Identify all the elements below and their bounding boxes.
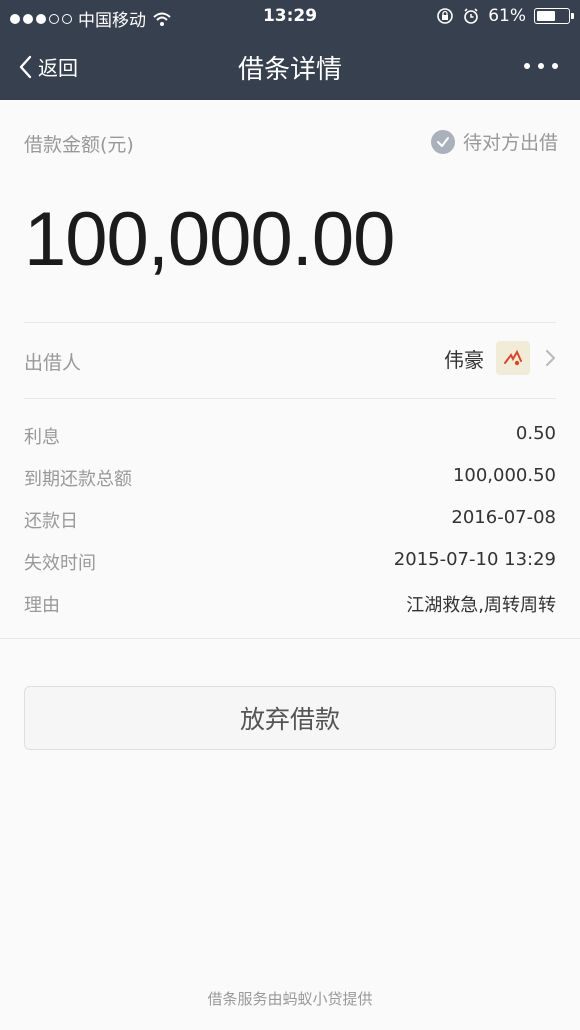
detail-value: 江湖救急,周转周转 (406, 595, 556, 616)
status-badge: 待对方出借 (430, 128, 558, 155)
alarm-icon (464, 8, 479, 24)
status-text: 待对方出借 (462, 132, 558, 154)
amount-value: 100,000.00 (24, 197, 395, 282)
detail-value: 2015-07-10 13:29 (393, 549, 556, 570)
detail-label: 失效时间 (24, 553, 96, 574)
page-title: 借条详情 (237, 55, 342, 85)
detail-label: 到期还款总额 (24, 469, 132, 490)
battery-fill (537, 11, 555, 21)
divider (24, 322, 556, 323)
battery-icon (534, 8, 574, 24)
detail-row-repayment-date: 还款日 2016-07-08 (24, 507, 556, 537)
detail-value: 0.50 (515, 423, 556, 444)
detail-value: 2016-07-08 (451, 507, 556, 528)
detail-value: 100,000.50 (452, 465, 556, 486)
detail-label: 理由 (24, 595, 60, 616)
status-bar: 中国移动 13:29 61% (0, 0, 580, 34)
status-right: 61% (436, 6, 574, 26)
avatar (496, 341, 530, 375)
detail-label: 还款日 (24, 511, 78, 532)
detail-label: 利息 (24, 427, 60, 448)
divider (24, 398, 556, 399)
give-up-loan-button[interactable]: 放弃借款 (24, 686, 556, 750)
lender-label: 出借人 (24, 352, 82, 374)
detail-row-interest: 利息 0.50 (24, 423, 556, 453)
lender-avatar-icon (504, 349, 522, 366)
lender-row[interactable]: 伟豪 (444, 341, 558, 375)
detail-row-total-repayment: 到期还款总额 100,000.50 (24, 465, 556, 495)
header-bar: 中国移动 13:29 61% 返回 借条详情 (0, 0, 580, 100)
rotation-lock-icon (437, 8, 454, 24)
more-button[interactable] (524, 54, 558, 78)
battery-label: 61% (488, 6, 526, 26)
amount-label: 借款金额(元) (24, 134, 134, 156)
divider (0, 638, 580, 639)
chevron-right-icon (545, 349, 556, 367)
check-circle-icon (430, 129, 455, 154)
more-icon (524, 63, 530, 69)
lender-name: 伟豪 (444, 347, 484, 372)
nav-bar: 返回 借条详情 (0, 34, 580, 100)
detail-row-reason: 理由 江湖救急,周转周转 (24, 591, 556, 621)
footer-provider-text: 借条服务由蚂蚁小贷提供 (207, 990, 373, 1008)
detail-row-expiry-time: 失效时间 2015-07-10 13:29 (24, 549, 556, 579)
